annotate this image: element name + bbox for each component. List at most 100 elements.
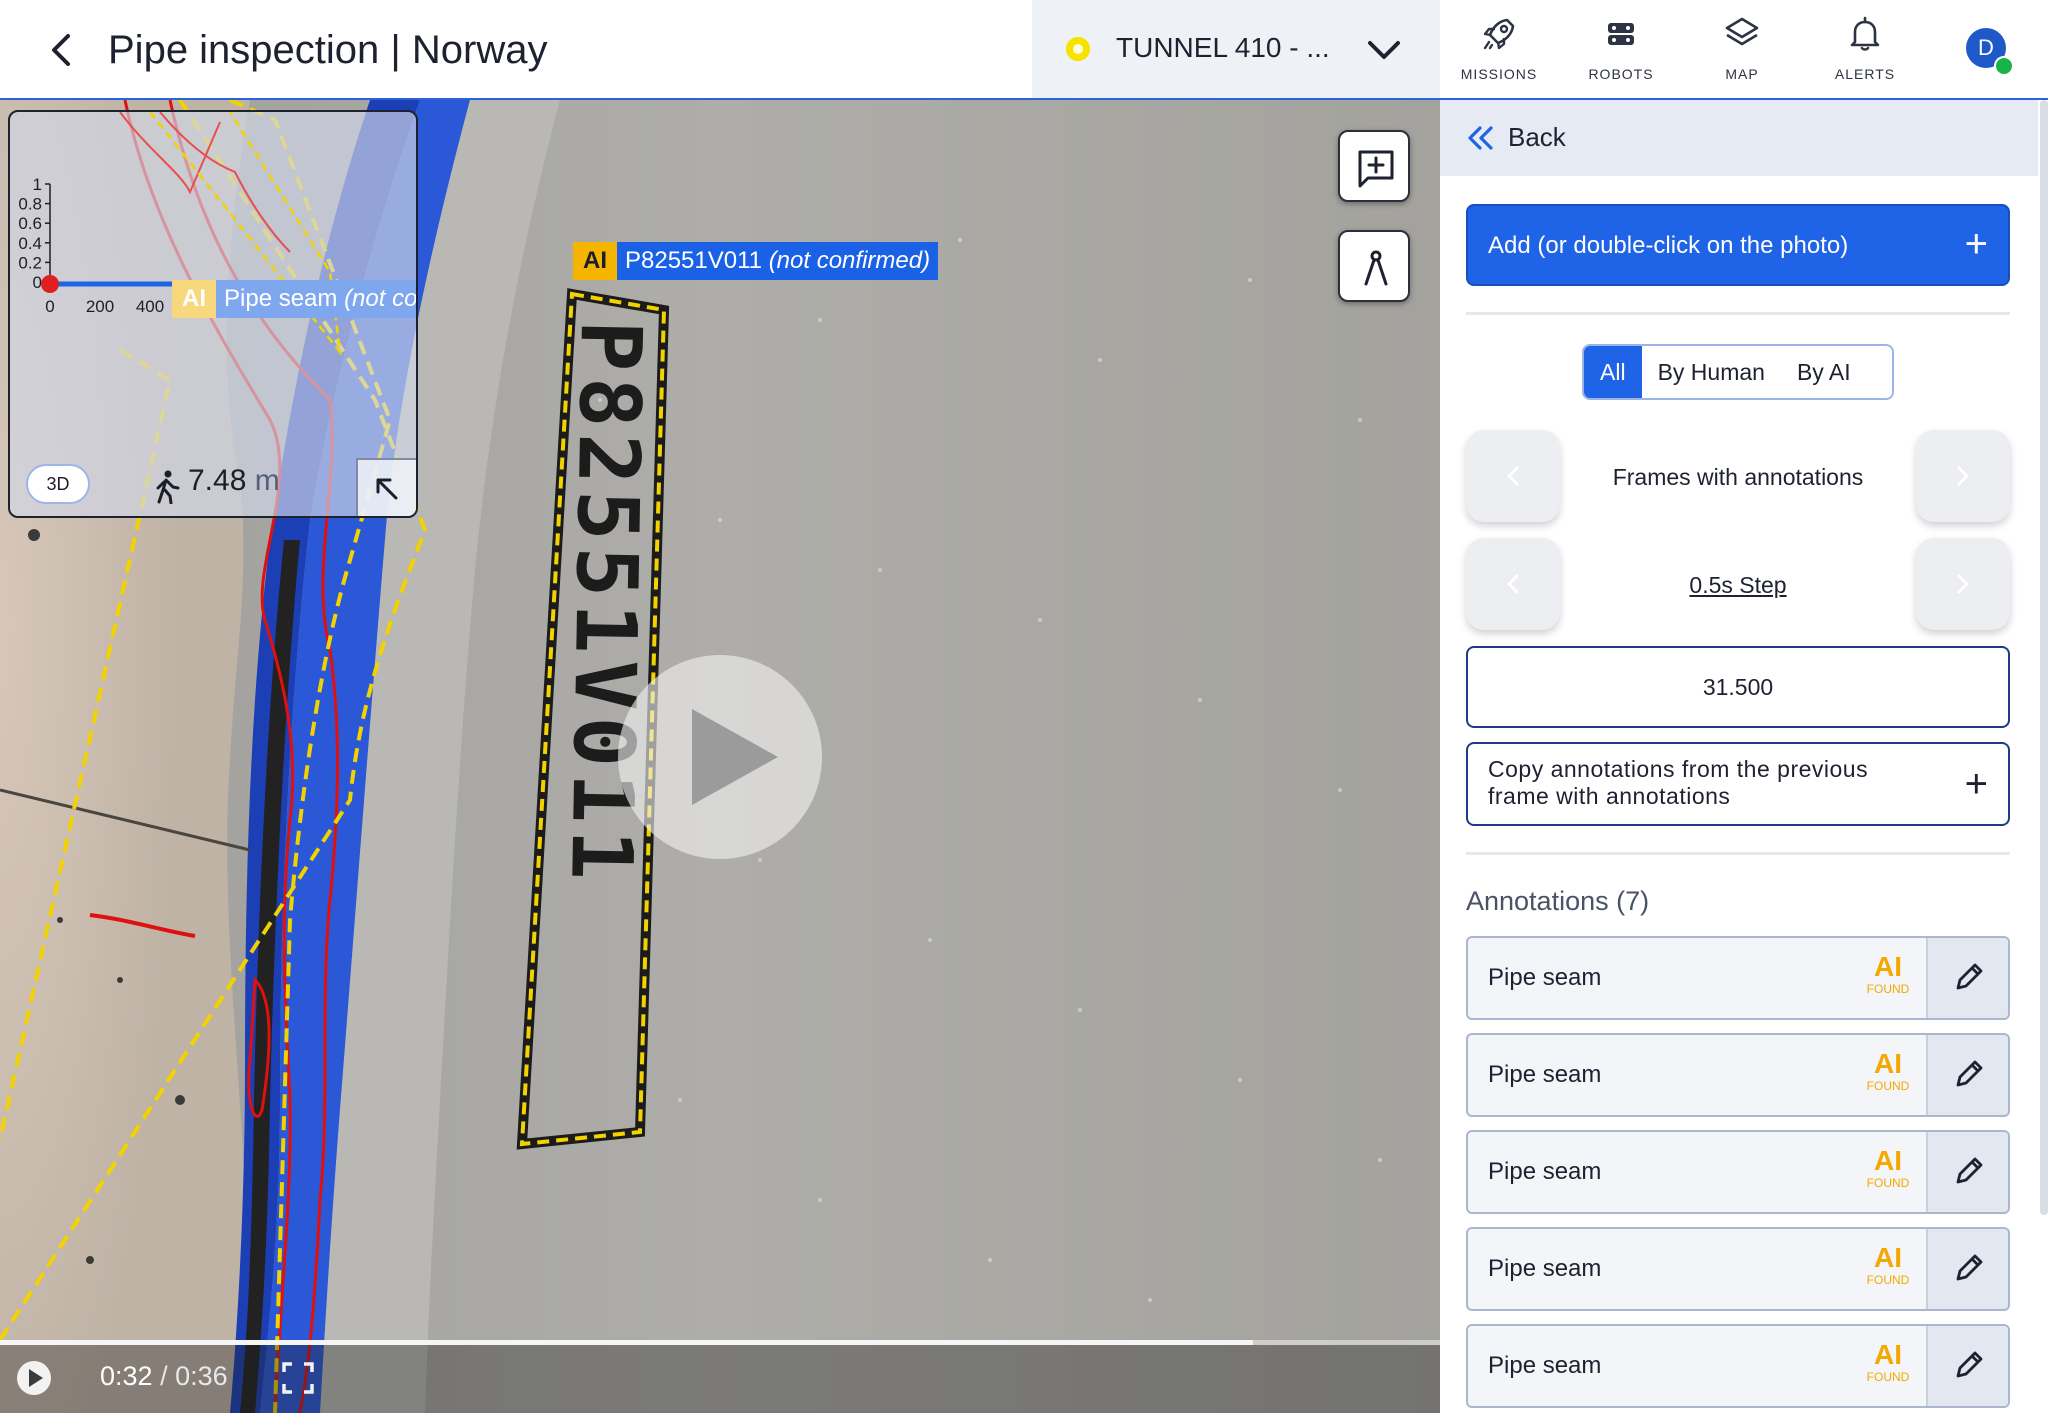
edit-annotation-button[interactable] <box>1926 938 2008 1018</box>
ai-badge-sub: FOUND <box>1866 1370 1910 1384</box>
divider <box>1466 312 2010 315</box>
divider <box>1466 852 2010 855</box>
mission-status-dot <box>1066 37 1090 61</box>
annotation-name: Pipe seam <box>1488 1352 1602 1379</box>
pencil-icon <box>1956 963 1983 990</box>
edit-annotation-button[interactable] <box>1926 1132 2008 1212</box>
ai-tag-badge: AI <box>573 242 617 280</box>
y-tick-label: 1 <box>33 175 42 194</box>
annotation-item[interactable]: Pipe seam AI FOUND <box>1466 1033 2010 1117</box>
chevron-right-icon <box>1957 574 1970 594</box>
chevron-left-icon <box>1506 574 1519 594</box>
ai-found-badge: AI FOUND <box>1860 1145 1916 1191</box>
annotation-name: Pipe seam <box>1488 964 1602 991</box>
annotation-item[interactable]: Pipe seam AI FOUND <box>1466 1227 2010 1311</box>
play-icon <box>692 709 778 805</box>
y-tick-label: 0 <box>33 273 42 292</box>
copy-annotations-button[interactable]: Copy annotations from the previous frame… <box>1466 742 2010 826</box>
nav-robots-label: ROBOTS <box>1588 66 1654 82</box>
filter-by-human[interactable]: By Human <box>1642 346 1781 398</box>
minimap-panel[interactable]: 10.80.60.40.2002004006008001000 AI Pipe … <box>8 110 418 518</box>
nav-alerts[interactable]: ALERTS <box>1810 14 1920 92</box>
ai-tag-badge: AI <box>172 280 216 318</box>
filter-by-ai[interactable]: By AI <box>1781 346 1867 398</box>
nav-missions-label: MISSIONS <box>1460 66 1538 82</box>
plus-icon: + <box>1964 762 1988 806</box>
chevron-right-icon <box>1957 466 1970 486</box>
panel-scrollbar[interactable] <box>2040 100 2048 1215</box>
pencil-icon <box>1956 1254 1983 1281</box>
prev-frame-button[interactable] <box>1466 430 1560 522</box>
walking-person-icon <box>156 470 180 504</box>
copy-annotations-label: Copy annotations from the previous frame… <box>1488 756 1869 809</box>
ai-found-badge: AI FOUND <box>1860 1242 1916 1288</box>
minimap-outline <box>119 112 291 253</box>
annotation-name: Pipe seam <box>1488 1158 1602 1185</box>
edit-annotation-button[interactable] <box>1926 1326 2008 1406</box>
add-annotation-button[interactable]: Add (or double-click on the photo) + <box>1466 204 2010 286</box>
annotations-title: Annotations (7) <box>1466 886 1650 916</box>
step-stepper: 0.5s Step <box>1466 538 2010 630</box>
minimap-graph: 10.80.60.40.2002004006008001000 <box>18 112 342 357</box>
expand-minimap-button[interactable] <box>356 458 416 516</box>
add-comment-button[interactable] <box>1338 130 1410 202</box>
rocket-icon <box>1483 18 1515 50</box>
distance-unit: m <box>254 464 280 497</box>
nav-map[interactable]: MAP <box>1687 14 1797 92</box>
frames-stepper: Frames with annotations <box>1466 430 2010 522</box>
frame-time-input[interactable]: 31.500 <box>1466 646 2010 728</box>
step-back-button[interactable] <box>1466 538 1560 630</box>
nav-missions[interactable]: MISSIONS <box>1444 14 1554 92</box>
pencil-icon <box>1956 1351 1983 1378</box>
annotation-name: Pipe seam <box>1488 1255 1602 1282</box>
pencil-icon <box>1956 1157 1983 1184</box>
ai-tag-pipe-seam[interactable]: AI Pipe seam (not confirmed) <box>172 280 416 318</box>
next-frame-button[interactable] <box>1916 430 2010 522</box>
annotation-item[interactable]: Pipe seam AI FOUND <box>1466 1324 2010 1408</box>
ai-badge-text: AI <box>1874 951 1902 982</box>
ai-badge-sub: FOUND <box>1866 982 1910 996</box>
chevron-left-icon <box>1506 466 1519 486</box>
annotation-name: Pipe seam <box>1488 1061 1602 1088</box>
fullscreen-icon[interactable] <box>280 1360 316 1396</box>
ai-tag-label: Pipe seam <box>224 285 338 312</box>
edit-annotation-button[interactable] <box>1926 1229 2008 1309</box>
mission-label: TUNNEL 410 - ... <box>1116 32 1330 63</box>
ai-badge-text: AI <box>1874 1145 1902 1176</box>
video-controls: 0:32 / 0:36 <box>0 1345 1440 1413</box>
ai-tag-status: (not confirmed) <box>768 247 931 274</box>
video-player[interactable]: P82551V011 AI P82551V011 (not confirmed)… <box>0 100 1440 1413</box>
bell-icon <box>1850 16 1880 51</box>
add-comment-icon <box>1358 150 1394 188</box>
step-size-link[interactable]: 0.5s Step <box>1560 572 1916 599</box>
play-overlay-button[interactable] <box>618 655 822 859</box>
plus-icon: + <box>1964 222 1988 266</box>
ai-badge-text: AI <box>1874 1242 1902 1273</box>
view-3d-button[interactable]: 3D <box>26 464 90 504</box>
ai-found-badge: AI FOUND <box>1860 951 1916 997</box>
annotation-item[interactable]: Pipe seam AI FOUND <box>1466 1130 2010 1214</box>
add-annotation-label: Add (or double-click on the photo) <box>1488 232 1849 259</box>
edit-annotation-button[interactable] <box>1926 1035 2008 1115</box>
top-bar: Pipe inspection | Norway TUNNEL 410 - ..… <box>0 0 2048 100</box>
ai-tag-stencil[interactable]: AI P82551V011 (not confirmed) <box>573 242 939 280</box>
online-status-dot <box>1994 56 2014 76</box>
position-marker[interactable] <box>41 275 59 293</box>
ai-found-badge: AI FOUND <box>1860 1339 1916 1385</box>
ai-badge-text: AI <box>1874 1339 1902 1370</box>
annotation-item[interactable]: Pipe seam AI FOUND <box>1466 936 2010 1020</box>
page-title: Pipe inspection | Norway <box>108 28 548 72</box>
back-arrow-icon[interactable] <box>38 26 86 74</box>
panel-back-button[interactable]: Back <box>1440 100 2038 176</box>
x-tick-label: 0 <box>45 297 54 316</box>
filter-all[interactable]: All <box>1584 346 1642 398</box>
arrow-up-left-icon <box>376 478 398 500</box>
mission-selector[interactable]: TUNNEL 410 - ... <box>1032 0 1440 98</box>
play-icon[interactable] <box>16 1360 52 1396</box>
nav-robots[interactable]: ROBOTS <box>1566 14 1676 92</box>
measure-button[interactable] <box>1338 230 1410 302</box>
x-tick-label: 400 <box>136 297 164 316</box>
y-tick-label: 0.6 <box>18 214 42 233</box>
step-forward-button[interactable] <box>1916 538 2010 630</box>
double-chevron-left-icon <box>1468 126 1493 150</box>
